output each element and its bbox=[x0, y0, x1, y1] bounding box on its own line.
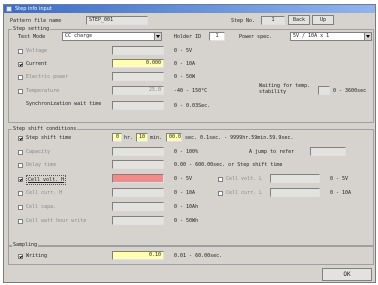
cell-curr-h-checkbox[interactable] bbox=[18, 191, 23, 196]
waiting-temp-label: Waiting for temp. stability bbox=[259, 83, 311, 95]
power-spec-label: Power spec. bbox=[239, 34, 273, 40]
step-shift-time-label: Step shift time bbox=[26, 135, 72, 141]
test-mode-select[interactable]: CC charge bbox=[62, 32, 162, 41]
cell-capa-label: Cell capa. bbox=[26, 204, 57, 210]
holder-id-field[interactable]: 1 bbox=[209, 32, 225, 41]
voltage-field bbox=[112, 46, 164, 55]
cell-curr-l-label: Cell curr. L bbox=[226, 190, 263, 196]
cell-curr-l-range: 0 - 10A bbox=[330, 190, 352, 196]
delay-time-label: Delay time bbox=[26, 162, 57, 168]
cell-curr-l-field bbox=[270, 188, 320, 197]
writing-label: Writing bbox=[26, 253, 48, 259]
voltage-checkbox[interactable] bbox=[18, 49, 23, 54]
test-mode-label: Test Mode bbox=[18, 34, 46, 40]
temperature-label: Temperature bbox=[26, 88, 60, 94]
voltage-range: 0 - 5V bbox=[174, 48, 193, 54]
current-range: 0 - 10A bbox=[174, 61, 196, 67]
shift-hr-field[interactable]: 0 bbox=[112, 133, 122, 142]
test-mode-value: CC charge bbox=[65, 33, 93, 39]
pattern-file-label: Pattern file name bbox=[10, 18, 62, 24]
cell-watt-checkbox[interactable] bbox=[18, 219, 23, 224]
cell-watt-field bbox=[112, 216, 164, 225]
back-button[interactable]: Back bbox=[288, 15, 310, 25]
cell-capa-range: 0 - 10Ah bbox=[174, 204, 199, 210]
shift-hr-unit: hr. bbox=[124, 135, 134, 141]
cell-curr-h-field bbox=[112, 188, 164, 197]
window-title: Step info input bbox=[15, 6, 52, 12]
cell-volt-l-range: 0 - 5V bbox=[330, 176, 349, 182]
sampling-group-label: Sampling bbox=[12, 242, 39, 249]
chevron-down-icon bbox=[364, 33, 371, 40]
jump-refer-field bbox=[310, 147, 346, 156]
jump-refer-label: A jump to refer bbox=[249, 149, 295, 155]
cell-volt-h-field[interactable] bbox=[112, 174, 164, 183]
writing-range: 0.01 - 60.00sec. bbox=[174, 253, 223, 259]
app-icon bbox=[6, 6, 12, 12]
ok-button[interactable]: OK bbox=[322, 268, 372, 281]
shift-min-unit: min. bbox=[150, 135, 163, 141]
step-no-label: Step No. bbox=[231, 18, 256, 24]
capacity-label: Capacity bbox=[26, 149, 51, 155]
temperature-checkbox[interactable] bbox=[18, 89, 23, 94]
cell-curr-l-checkbox[interactable] bbox=[218, 191, 223, 196]
sync-wait-range: 0 - 0.03Sec. bbox=[174, 103, 211, 109]
cell-capa-checkbox[interactable] bbox=[18, 205, 23, 210]
voltage-label: Voltage bbox=[26, 48, 48, 54]
cell-volt-h-range: 0 - 5V bbox=[174, 176, 193, 182]
cell-watt-range: 0 - 50Wh bbox=[174, 218, 199, 224]
cell-volt-l-checkbox[interactable] bbox=[218, 177, 223, 182]
capacity-range: 0 - 100% bbox=[174, 149, 199, 155]
delay-time-range: 0.00 - 600.00sec. or Step shift time bbox=[174, 162, 283, 168]
electric-power-range: 0 - 50W bbox=[174, 74, 196, 80]
cell-volt-h-label: Cell volt. H bbox=[26, 175, 67, 185]
delay-time-checkbox[interactable] bbox=[18, 163, 23, 168]
current-checkbox[interactable] bbox=[18, 62, 23, 67]
shift-min-field[interactable]: 10 bbox=[136, 133, 148, 142]
current-label: Current bbox=[26, 61, 48, 67]
cell-curr-h-range: 0 - 10A bbox=[174, 190, 196, 196]
power-spec-select[interactable]: 5V / 10A x 1 bbox=[290, 32, 372, 41]
cell-volt-h-checkbox[interactable] bbox=[18, 177, 23, 182]
step-no-field: 1 bbox=[261, 16, 285, 25]
delay-time-field bbox=[112, 160, 164, 169]
electric-power-checkbox[interactable] bbox=[18, 75, 23, 80]
cell-watt-label: Cell watt hour write bbox=[26, 218, 87, 224]
capacity-checkbox[interactable] bbox=[18, 150, 23, 155]
step-info-window: Step info input Pattern file name STEP_0… bbox=[3, 4, 376, 283]
waiting-temp-field bbox=[318, 86, 330, 95]
temperature-field: 25.0 bbox=[112, 86, 164, 95]
chevron-down-icon bbox=[154, 33, 161, 40]
step-shift-checkbox[interactable] bbox=[18, 136, 23, 141]
electric-power-field bbox=[112, 72, 164, 81]
temperature-range: -40 - 150°C bbox=[174, 88, 208, 94]
title-bar[interactable]: Step info input bbox=[4, 5, 375, 13]
up-button[interactable]: Up bbox=[312, 15, 334, 25]
cell-volt-l-label: Cell volt. L bbox=[226, 176, 263, 182]
writing-field[interactable]: 0.10 bbox=[112, 251, 164, 260]
step-setting-group-label: Step setting bbox=[12, 26, 51, 33]
capacity-field bbox=[112, 147, 164, 156]
shift-sec-field[interactable]: 00.0 bbox=[166, 133, 182, 142]
sync-wait-label: Synchronization wait time bbox=[26, 101, 102, 107]
current-field[interactable]: 0.000 bbox=[112, 59, 164, 68]
cell-capa-field bbox=[112, 202, 164, 211]
writing-checkbox[interactable] bbox=[18, 254, 23, 259]
sync-wait-field bbox=[112, 101, 164, 110]
waiting-temp-range: 0 - 3600sec bbox=[333, 88, 367, 94]
pattern-file-field: STEP_001 bbox=[86, 16, 148, 25]
holder-id-label: Holder ID bbox=[174, 34, 202, 40]
step-shift-group-label: Step shift conditions bbox=[12, 126, 78, 133]
electric-power-label: Electric power bbox=[26, 74, 69, 80]
cell-volt-l-field bbox=[270, 174, 320, 183]
shift-sec-unit: sec. 0.1sec. - 9999hr.59min.59.9sec. bbox=[185, 135, 294, 141]
cell-curr-h-label: Cell curr. H bbox=[26, 190, 63, 196]
power-spec-value: 5V / 10A x 1 bbox=[293, 33, 330, 39]
